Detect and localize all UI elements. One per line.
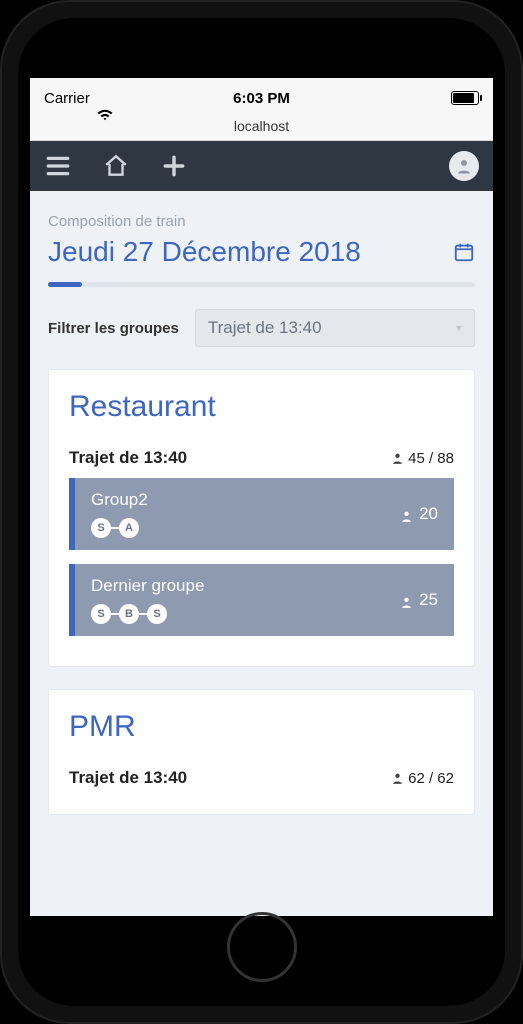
status-chip: S — [91, 604, 111, 624]
section-card: RestaurantTrajet de 13:4045 / 88Group2SA… — [48, 369, 475, 667]
person-icon — [400, 508, 413, 521]
trip-row: Trajet de 13:40 45 / 88 — [69, 448, 454, 468]
chip-row: SA — [91, 518, 148, 538]
filter-select[interactable]: Trajet de 13:40 ▾ — [195, 309, 475, 347]
ios-status-bar: Carrier 6:03 PM — [30, 78, 493, 118]
page-subtitle: Composition de train — [48, 213, 475, 230]
clock: 6:03 PM — [233, 90, 290, 107]
trip-label: Trajet de 13:40 — [69, 768, 187, 788]
phone-home-button[interactable] — [227, 912, 297, 982]
chip-row: SBS — [91, 604, 204, 624]
progress-bar — [48, 282, 475, 287]
app-navbar — [30, 141, 493, 191]
chip-connector — [111, 613, 119, 615]
person-icon — [391, 772, 404, 785]
profile-avatar[interactable] — [449, 151, 479, 181]
trip-label: Trajet de 13:40 — [69, 448, 187, 468]
wifi-icon — [96, 91, 114, 105]
carrier-label: Carrier — [44, 90, 90, 107]
trip-count: 45 / 88 — [391, 450, 454, 467]
status-chip: S — [91, 518, 111, 538]
trip-count: 62 / 62 — [391, 770, 454, 787]
calendar-icon[interactable] — [453, 241, 475, 263]
home-icon[interactable] — [102, 152, 130, 180]
group-count: 25 — [400, 590, 438, 610]
group-count: 20 — [400, 504, 438, 524]
page-title: Jeudi 27 Décembre 2018 — [48, 236, 361, 268]
group-row[interactable]: Dernier groupe SBS 25 — [69, 564, 454, 636]
group-row[interactable]: Group2 SA 20 — [69, 478, 454, 550]
group-name: Dernier groupe — [91, 576, 204, 596]
trip-row: Trajet de 13:40 62 / 62 — [69, 768, 454, 788]
person-icon — [400, 594, 413, 607]
section-title: PMR — [69, 710, 454, 744]
chip-connector — [111, 527, 119, 529]
page-content: Composition de train Jeudi 27 Décembre 2… — [30, 191, 493, 916]
add-icon[interactable] — [160, 152, 188, 180]
section-title: Restaurant — [69, 390, 454, 424]
filter-label: Filtrer les groupes — [48, 320, 179, 337]
battery-icon — [451, 91, 479, 105]
chip-connector — [139, 613, 147, 615]
chevron-down-icon: ▾ — [456, 321, 462, 335]
section-card: PMR Trajet de 13:40 62 / 62 — [48, 689, 475, 815]
menu-icon[interactable] — [44, 152, 72, 180]
status-chip: B — [119, 604, 139, 624]
person-icon — [391, 452, 404, 465]
status-chip: S — [147, 604, 167, 624]
status-chip: A — [119, 518, 139, 538]
group-name: Group2 — [91, 490, 148, 510]
filter-selected-value: Trajet de 13:40 — [208, 318, 322, 338]
